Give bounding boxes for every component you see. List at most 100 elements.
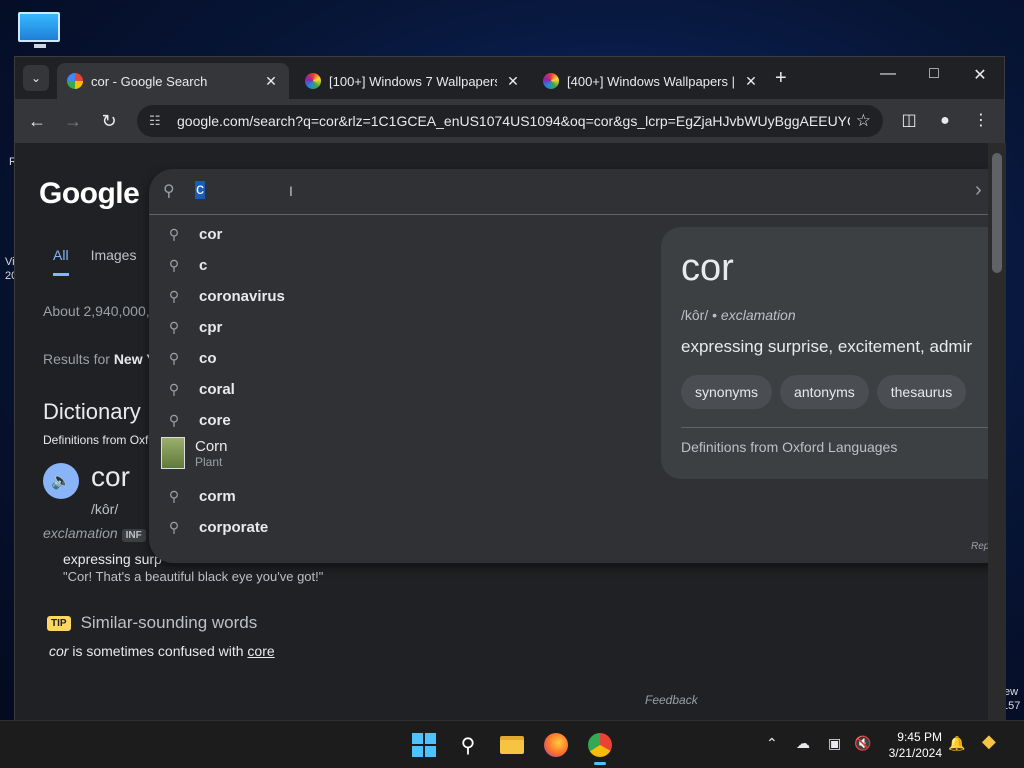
definition-text: expressing surp: [63, 551, 162, 567]
suggestion-item[interactable]: ⚲ corporate: [149, 512, 649, 542]
tab-google-search[interactable]: cor - Google Search ✕: [57, 63, 289, 99]
google-logo[interactable]: Google: [39, 177, 140, 211]
chip-thesaurus[interactable]: thesaurus: [876, 375, 967, 409]
taskbar: ⚲ ⌃ ☁ ▣ 🔇 9:45 PM 3/21/2024 🔔 ◆: [0, 720, 1024, 768]
wallpaper-site-icon: [305, 73, 321, 89]
tab-title: [400+] Windows Wallpapers | W: [567, 73, 735, 89]
forward-arrow-icon[interactable]: →: [61, 109, 85, 133]
search-icon: ⚲: [168, 349, 180, 366]
chrome-icon[interactable]: [586, 731, 614, 765]
suggestion-item[interactable]: ⚲ c: [149, 250, 649, 280]
desktop-edge-text: ew: [1004, 686, 1019, 698]
tray-chevron-up-icon[interactable]: ⌃: [766, 735, 778, 752]
suggestion-item-corn[interactable]: Corn Plant: [161, 437, 228, 469]
search-icon: ⚲: [163, 183, 175, 200]
scrollbar-thumb[interactable]: [992, 153, 1002, 273]
start-windows-icon[interactable]: [410, 731, 438, 759]
pos-badge: INF: [121, 529, 146, 542]
copilot-pre-icon[interactable]: ◆: [982, 731, 996, 752]
search-input[interactable]: ⚲ c I ›: [149, 169, 988, 215]
report-link[interactable]: Rep: [971, 541, 988, 552]
volume-muted-icon[interactable]: 🔇: [854, 735, 871, 752]
kc-source[interactable]: Definitions from Oxford Languages: [681, 439, 897, 455]
tab-all[interactable]: All: [53, 247, 69, 276]
tab-wallpapers-1[interactable]: [100+] Windows 7 Wallpapers | W ✕: [295, 63, 531, 99]
site-info-icon[interactable]: ☷: [149, 113, 167, 129]
new-tab-plus-icon[interactable]: +: [775, 67, 787, 90]
page-scrollbar[interactable]: [988, 143, 1006, 721]
core-link[interactable]: core: [247, 643, 274, 659]
menu-kebab-icon[interactable]: ⋮: [969, 109, 993, 133]
reload-icon[interactable]: ↻: [97, 109, 121, 133]
dictionary-heading: Dictionary: [43, 399, 141, 424]
minimize-icon[interactable]: —: [873, 65, 903, 83]
suggestion-item[interactable]: ⚲ coral: [149, 374, 649, 404]
google-icon: [67, 73, 83, 89]
speaker-icon[interactable]: 🔈: [43, 463, 79, 499]
file-explorer-icon[interactable]: [498, 731, 526, 759]
search-icon: ⚲: [168, 518, 180, 535]
profile-icon[interactable]: ●: [933, 109, 957, 133]
search-icon: ⚲: [168, 380, 180, 397]
result-count: About 2,940,000,: [43, 303, 150, 319]
definition-example: "Cor! That's a beautiful black eye you'v…: [63, 569, 324, 584]
divider: [681, 427, 988, 428]
feedback-link[interactable]: Feedback: [645, 693, 698, 707]
system-clock[interactable]: 9:45 PM 3/21/2024: [880, 729, 942, 761]
close-icon[interactable]: ✕: [743, 73, 759, 90]
corn-thumbnail: [161, 437, 185, 469]
tab-wallpapers-2[interactable]: [400+] Windows Wallpapers | W ✕: [533, 63, 769, 99]
window-close-icon[interactable]: ✕: [965, 65, 995, 85]
computer-desktop-icon[interactable]: [18, 10, 62, 50]
suggestion-item[interactable]: ⚲ core: [149, 405, 649, 435]
maximize-icon[interactable]: □: [919, 65, 949, 83]
search-icon: ⚲: [168, 411, 180, 428]
chip-synonyms[interactable]: synonyms: [681, 375, 773, 409]
notification-bell-icon[interactable]: 🔔: [948, 735, 965, 752]
onedrive-off-icon[interactable]: ☁: [796, 735, 810, 752]
taskbar-search-icon[interactable]: ⚲: [454, 731, 482, 759]
suggestion-item[interactable]: ⚲ cor: [149, 219, 649, 249]
chevron-down-icon: ⌄: [30, 71, 42, 85]
search-icon: ⚲: [168, 256, 180, 273]
search-icon: ⚲: [168, 287, 180, 304]
clock-time: 9:45 PM: [897, 730, 942, 744]
results-for-location: Results for New Y: [43, 351, 156, 367]
kc-word: cor: [681, 247, 734, 289]
search-input-value[interactable]: c: [195, 181, 205, 199]
browser-toolbar: ← → ↻ ☷ google.com/search?q=cor&rlz=1C1G…: [15, 99, 1004, 143]
chevron-right-icon[interactable]: ›: [975, 179, 982, 202]
tab-images[interactable]: Images: [91, 247, 137, 276]
tab-title: [100+] Windows 7 Wallpapers | W: [329, 73, 497, 89]
search-icon: ⚲: [168, 318, 180, 335]
search-icon: ⚲: [168, 487, 180, 504]
bookmark-star-icon[interactable]: ☆: [856, 111, 871, 131]
display-icon[interactable]: ▣: [828, 735, 841, 752]
suggestion-item[interactable]: ⚲ co: [149, 343, 649, 373]
firefox-icon[interactable]: [542, 731, 570, 759]
search-tabs: All Images: [53, 247, 136, 276]
search-autocomplete-dropdown: ⚲ c I › ⚲ cor ⚲ c ⚲ coronavirus ⚲ cpr ⚲ co ⚲ c…: [149, 169, 988, 563]
dictionary-word: cor: [91, 461, 130, 492]
browser-window: ⌄ cor - Google Search ✕ [100+] Windows 7…: [14, 56, 1006, 721]
confused-with-text: cor is sometimes confused with core: [49, 643, 275, 659]
suggestion-item[interactable]: ⚲ coronavirus: [149, 281, 649, 311]
similar-words-tip: TIP Similar-sounding words: [47, 613, 257, 633]
kc-definition: expressing surprise, excitement, admir: [681, 337, 973, 356]
close-icon[interactable]: ✕: [263, 73, 279, 90]
suggestion-item[interactable]: ⚲ cpr: [149, 312, 649, 342]
side-panel-icon[interactable]: ◫: [897, 109, 921, 133]
tab-search-button[interactable]: ⌄: [23, 65, 49, 91]
close-icon[interactable]: ✕: [505, 73, 521, 90]
text-cursor-icon: I: [289, 183, 293, 199]
back-arrow-icon[interactable]: ←: [25, 109, 49, 133]
url-text[interactable]: google.com/search?q=cor&rlz=1C1GCEA_enUS…: [177, 113, 850, 129]
kc-chips: synonyms antonyms thesaurus: [681, 375, 967, 409]
search-icon: ⚲: [168, 225, 180, 242]
wallpaper-site-icon: [543, 73, 559, 89]
address-bar[interactable]: ☷ google.com/search?q=cor&rlz=1C1GCEA_en…: [137, 105, 883, 137]
clock-date: 3/21/2024: [888, 746, 942, 760]
suggestion-item[interactable]: ⚲ corm: [149, 481, 649, 511]
chip-antonyms[interactable]: antonyms: [780, 375, 869, 409]
search-results-page: Google All Images About 2,940,000, Resul…: [15, 143, 988, 721]
